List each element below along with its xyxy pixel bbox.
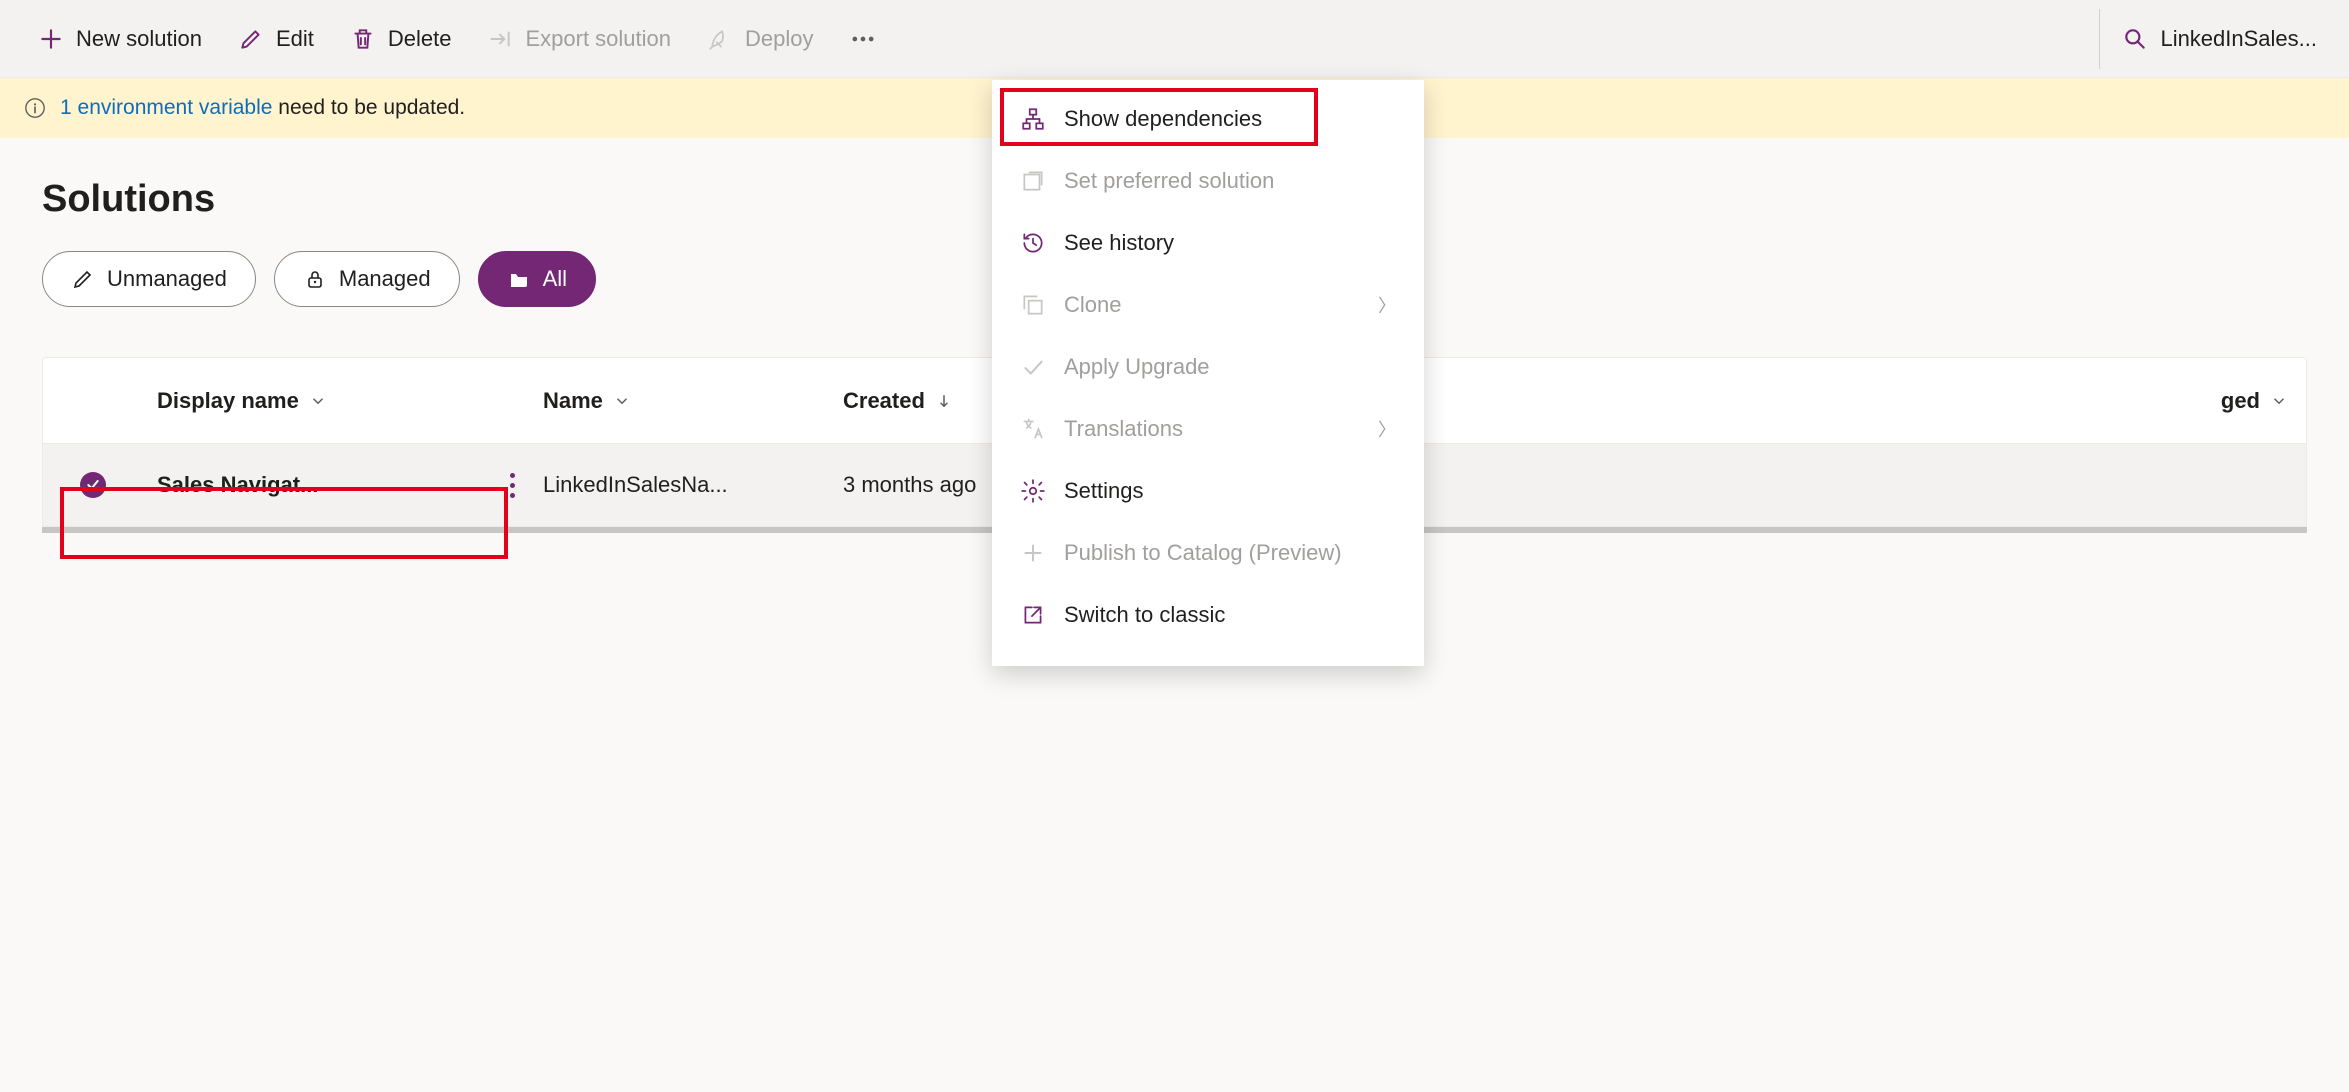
row-display-text: Sales Navigat... xyxy=(157,472,318,498)
lock-icon xyxy=(303,267,327,291)
delete-icon xyxy=(350,26,376,52)
row-more-button[interactable] xyxy=(502,465,523,506)
rocket-icon xyxy=(707,26,733,52)
menu-see-history[interactable]: See history xyxy=(992,212,1424,274)
export-label: Export solution xyxy=(525,26,671,52)
export-button[interactable]: Export solution xyxy=(469,16,689,62)
clone-icon xyxy=(1020,292,1046,318)
banner-suffix: need to be updated. xyxy=(278,96,465,119)
menu-see-history-label: See history xyxy=(1064,230,1174,256)
sort-desc-icon xyxy=(935,392,953,410)
translate-icon xyxy=(1020,416,1046,442)
search-text: LinkedInSales... xyxy=(2160,26,2317,52)
banner-text: 1 environment variable need to be update… xyxy=(60,96,465,120)
row-checkbox[interactable] xyxy=(43,472,143,498)
toolbar-more-button[interactable] xyxy=(831,15,895,63)
preferred-icon xyxy=(1020,168,1046,194)
menu-clone[interactable]: Clone 〉 xyxy=(992,274,1424,336)
toolbar-separator xyxy=(2099,9,2100,69)
menu-set-preferred-label: Set preferred solution xyxy=(1064,168,1274,194)
new-solution-button[interactable]: New solution xyxy=(20,16,220,62)
export-icon xyxy=(487,26,513,52)
checkmark-icon xyxy=(80,472,106,498)
menu-translations-label: Translations xyxy=(1064,416,1183,442)
pill-managed-label: Managed xyxy=(339,266,431,292)
col-name[interactable]: Name xyxy=(543,388,843,414)
deploy-button[interactable]: Deploy xyxy=(689,16,831,62)
chevron-right-icon: 〉 xyxy=(1378,416,1396,442)
pill-managed[interactable]: Managed xyxy=(274,251,460,307)
row-created-text: 3 months ago xyxy=(843,472,976,498)
chevron-down-icon xyxy=(309,392,327,410)
pill-all-label: All xyxy=(543,266,567,292)
menu-set-preferred[interactable]: Set preferred solution xyxy=(992,150,1424,212)
menu-settings[interactable]: Settings xyxy=(992,460,1424,522)
pencil-icon xyxy=(71,267,95,291)
menu-settings-label: Settings xyxy=(1064,478,1144,504)
menu-publish-catalog[interactable]: Publish to Catalog (Preview) xyxy=(992,522,1424,584)
edit-label: Edit xyxy=(276,26,314,52)
col-display-name[interactable]: Display name xyxy=(143,388,543,414)
pill-unmanaged[interactable]: Unmanaged xyxy=(42,251,256,307)
dependencies-icon xyxy=(1020,106,1046,132)
plus-icon xyxy=(38,26,64,52)
pill-unmanaged-label: Unmanaged xyxy=(107,266,227,292)
menu-apply-upgrade[interactable]: Apply Upgrade xyxy=(992,336,1424,398)
search-box[interactable]: LinkedInSales... xyxy=(2087,0,2329,79)
delete-button[interactable]: Delete xyxy=(332,16,470,62)
search-icon xyxy=(2122,26,2148,52)
row-display-name: Sales Navigat... xyxy=(143,465,543,506)
menu-show-dependencies[interactable]: Show dependencies xyxy=(992,88,1424,150)
menu-clone-label: Clone xyxy=(1064,292,1121,318)
deploy-label: Deploy xyxy=(745,26,813,52)
new-solution-label: New solution xyxy=(76,26,202,52)
external-icon xyxy=(1020,602,1046,628)
row-name: LinkedInSalesNa... xyxy=(543,472,843,498)
menu-switch-classic-label: Switch to classic xyxy=(1064,602,1225,628)
col-display-label: Display name xyxy=(157,388,299,414)
delete-label: Delete xyxy=(388,26,452,52)
menu-translations[interactable]: Translations 〉 xyxy=(992,398,1424,460)
gear-icon xyxy=(1020,478,1046,504)
banner-link[interactable]: 1 environment variable xyxy=(60,96,272,119)
col-name-label: Name xyxy=(543,388,603,414)
menu-switch-classic[interactable]: Switch to classic xyxy=(992,584,1424,646)
plus-icon xyxy=(1020,540,1046,566)
context-menu: Show dependencies Set preferred solution… xyxy=(992,80,1424,666)
folder-icon xyxy=(507,267,531,291)
chevron-down-icon xyxy=(2270,392,2288,410)
info-icon xyxy=(24,97,46,119)
row-name-text: LinkedInSalesNa... xyxy=(543,472,728,498)
edit-icon xyxy=(238,26,264,52)
menu-apply-upgrade-label: Apply Upgrade xyxy=(1064,354,1210,380)
pill-all[interactable]: All xyxy=(478,251,596,307)
menu-publish-catalog-label: Publish to Catalog (Preview) xyxy=(1064,540,1342,566)
chevron-right-icon: 〉 xyxy=(1378,292,1396,318)
edit-button[interactable]: Edit xyxy=(220,16,332,62)
history-icon xyxy=(1020,230,1046,256)
chevron-down-icon xyxy=(613,392,631,410)
check-icon xyxy=(1020,354,1046,380)
col-managed-label: ged xyxy=(2221,388,2260,414)
menu-show-dependencies-label: Show dependencies xyxy=(1064,106,1262,132)
col-created-label: Created xyxy=(843,388,925,414)
toolbar: New solution Edit Delete Export solution… xyxy=(0,0,2349,78)
more-horizontal-icon xyxy=(849,25,877,53)
